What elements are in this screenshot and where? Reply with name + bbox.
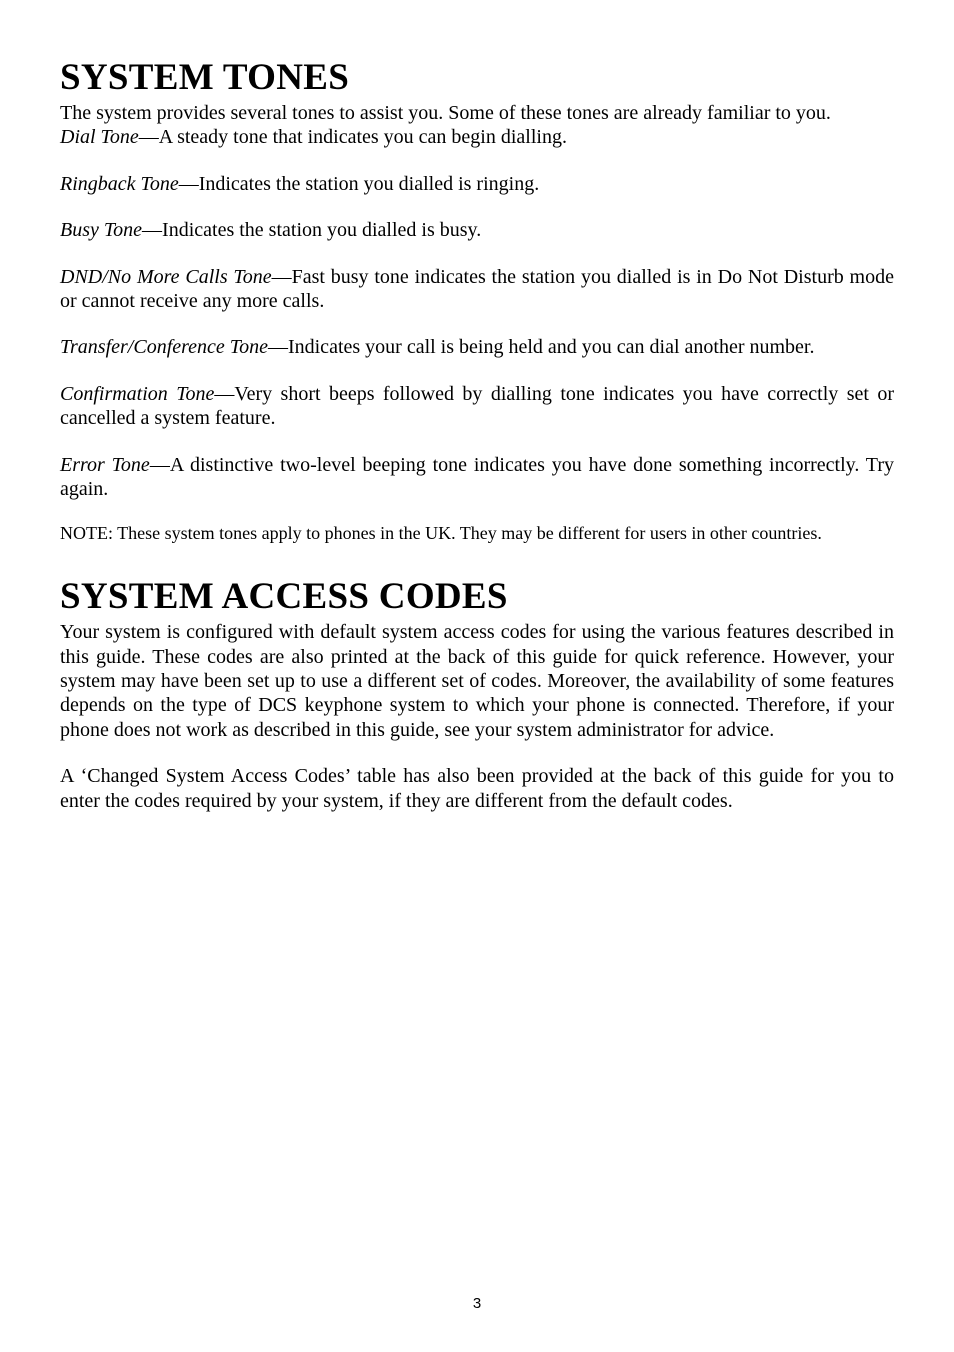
tone-item: Transfer/Conference Tone—Indicates your … xyxy=(60,335,894,359)
intro-paragraph: The system provides several tones to ass… xyxy=(60,101,894,125)
tone-desc: —Indicates the station you dialled is ri… xyxy=(179,173,540,195)
tone-item: Dial Tone—A steady tone that indicates y… xyxy=(60,125,894,149)
tone-item: Error Tone—A distinctive two-level beepi… xyxy=(60,453,894,502)
tone-item: Ringback Tone—Indicates the station you … xyxy=(60,172,894,196)
document-page: SYSTEM TONES The system provides several… xyxy=(0,0,954,1352)
heading-system-tones: SYSTEM TONES xyxy=(60,56,894,99)
tone-name: Error Tone xyxy=(60,454,150,476)
tone-name: Confirmation Tone xyxy=(60,383,214,405)
tone-item: Confirmation Tone—Very short beeps follo… xyxy=(60,382,894,431)
heading-system-access-codes: SYSTEM ACCESS CODES xyxy=(60,575,894,618)
tone-item: DND/No More Calls Tone—Fast busy tone in… xyxy=(60,265,894,314)
tone-name: Ringback Tone xyxy=(60,173,179,195)
tone-name: Transfer/Conference Tone xyxy=(60,336,268,358)
tone-item: Busy Tone—Indicates the station you dial… xyxy=(60,218,894,242)
access-codes-para-2: A ‘Changed System Access Codes’ table ha… xyxy=(60,764,894,813)
tone-desc: —A distinctive two-level beeping tone in… xyxy=(60,454,894,500)
page-number: 3 xyxy=(0,1295,954,1312)
tone-name: Dial Tone xyxy=(60,126,139,148)
tone-name: Busy Tone xyxy=(60,219,142,241)
tone-desc: —Indicates your call is being held and y… xyxy=(268,336,815,358)
tone-name: DND/No More Calls Tone xyxy=(60,266,272,288)
access-codes-para-1: Your system is configured with default s… xyxy=(60,620,894,742)
note-paragraph: NOTE: These system tones apply to phones… xyxy=(60,523,894,545)
tone-desc: —A steady tone that indicates you can be… xyxy=(139,126,567,148)
tone-desc: —Indicates the station you dialled is bu… xyxy=(142,219,481,241)
